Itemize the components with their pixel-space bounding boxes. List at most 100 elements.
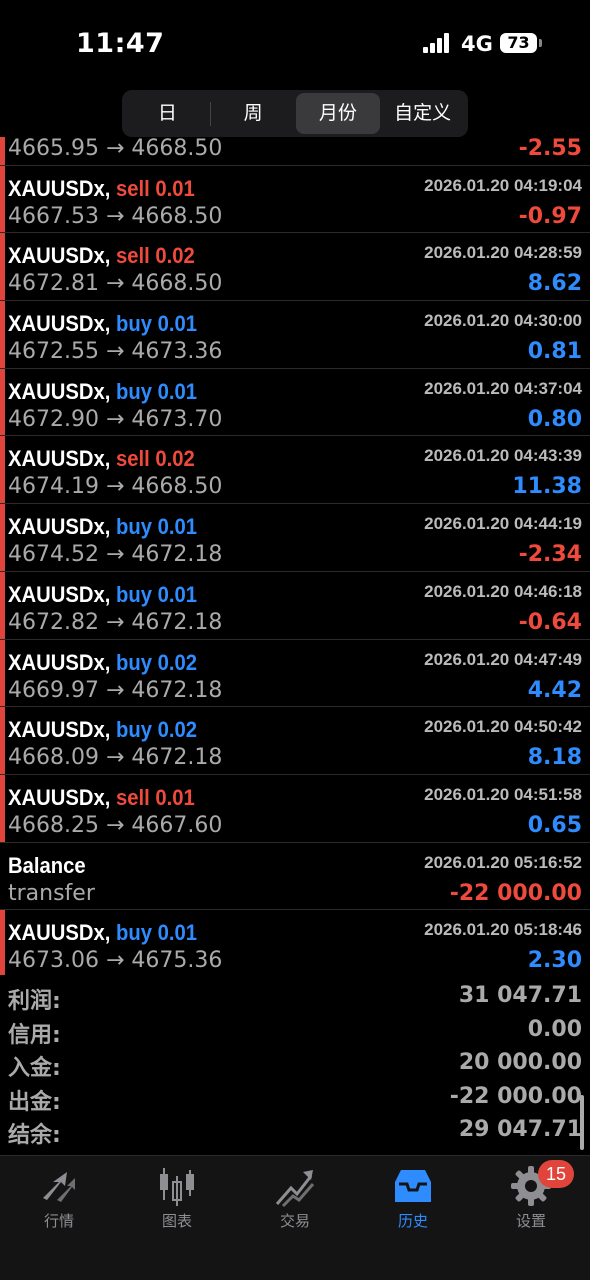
row-profit: 8.18 — [527, 745, 582, 771]
history-list[interactable]: XAUUSDx, sell 0.012026.01.20 04:15:10466… — [0, 137, 590, 975]
row-prices: 4672.82 → 4672.18 — [8, 609, 223, 635]
battery-icon: 73 — [500, 33, 542, 53]
row-datetime: 2026.01.20 04:46:18 — [424, 581, 582, 601]
summary-value: 0.00 — [527, 1016, 582, 1042]
row-datetime: 2026.01.20 04:30:00 — [424, 311, 582, 331]
symbol-text: XAUUSDx, — [8, 717, 111, 743]
row-symbol: XAUUSDx, buy 0.01 — [8, 582, 197, 608]
row-profit: 8.62 — [527, 271, 582, 297]
period-segmented-control: 日 周 月份 自定义 — [122, 90, 468, 137]
trade-row[interactable]: XAUUSDx, sell 0.02 2026.01.20 04:43:39 467… — [0, 436, 590, 505]
trade-row[interactable]: XAUUSDx, buy 0.01 2026.01.20 04:37:04 4672… — [0, 368, 590, 437]
trade-row[interactable]: XAUUSDx, sell 0.02 2026.01.20 04:28:59 467… — [0, 233, 590, 302]
trade-row[interactable]: XAUUSDx, buy 0.01 2026.01.20 05:18:46 4673… — [0, 910, 590, 975]
trade-row[interactable]: XAUUSDx, sell 0.012026.01.20 04:15:10466… — [0, 137, 590, 166]
trade-row[interactable]: XAUUSDx, buy 0.01 2026.01.20 04:46:18 4672… — [0, 571, 590, 640]
row-profit: -0.97 — [518, 203, 582, 229]
row-prices: 4672.90 → 4673.70 — [8, 406, 223, 432]
tab-bar: 行情 图表 交易 历史 15 设置 — [0, 1155, 590, 1280]
summary-panel: 利润: 31 047.71 信用: 0.00 入金: 20 000.00 出金: -22 00… — [0, 983, 590, 1151]
trade-row[interactable]: XAUUSDx, buy 0.02 2026.01.20 04:50:42 4668… — [0, 707, 590, 775]
tab-label: 行情 — [43, 1213, 74, 1230]
trade-row[interactable]: XAUUSDx, buy 0.01 2026.01.20 04:44:19 4674… — [0, 504, 590, 572]
row-datetime: 2026.01.20 04:28:59 — [424, 243, 582, 263]
row-datetime: 2026.01.20 04:19:04 — [424, 175, 582, 195]
symbol-text: XAUUSDx, — [8, 784, 111, 810]
row-datetime: 2026.01.20 05:18:46 — [424, 920, 582, 940]
signal-icon — [423, 33, 451, 53]
trade-row[interactable]: XAUUSDx, buy 0.01 2026.01.20 04:30:00 4672… — [0, 301, 590, 369]
segment-month[interactable]: 月份 — [295, 93, 381, 134]
row-datetime: 2026.01.20 04:50:42 — [424, 717, 582, 737]
row-profit: 11.38 — [512, 474, 582, 500]
symbol-text: XAUUSDx, — [8, 311, 111, 337]
trade-row[interactable]: XAUUSDx, sell 0.01 2026.01.20 04:19:04 466… — [0, 165, 590, 234]
summary-label: 出金: — [8, 1089, 61, 1115]
row-prices: 4668.09 → 4672.18 — [8, 745, 223, 771]
row-prices: 4673.06 → 4675.36 — [8, 948, 223, 974]
summary-value: -22 000.00 — [449, 1083, 582, 1109]
row-profit: 0.81 — [527, 339, 582, 365]
row-profit: -0.64 — [518, 609, 582, 635]
row-symbol: XAUUSDx, sell 0.01 — [8, 785, 195, 811]
row-prices: 4674.52 → 4672.18 — [8, 542, 223, 568]
balance-row[interactable]: Balance 2026.01.20 05:16:52 transfer -22 0… — [0, 843, 590, 911]
row-prices: 4672.55 → 4673.36 — [8, 339, 223, 365]
order-side: buy 0.02 — [115, 717, 197, 743]
order-side: sell 0.01 — [115, 784, 195, 810]
summary-label: 入金: — [8, 1056, 61, 1081]
status-bar: 11:47 4G 73 — [0, 0, 590, 88]
row-symbol: XAUUSDx, buy 0.01 — [8, 920, 197, 946]
row-profit: 4.42 — [527, 677, 582, 703]
row-profit: -22 000.00 — [449, 880, 582, 906]
tab-label: 历史 — [397, 1213, 428, 1230]
row-symbol: XAUUSDx, buy 0.01 — [8, 379, 197, 405]
order-side: buy 0.01 — [115, 920, 197, 946]
tab-quotes[interactable]: 行情 — [0, 1156, 118, 1280]
summary-value: 31 047.71 — [458, 983, 582, 1008]
network-type: 4G — [461, 32, 493, 56]
summary-row: 出金: -22 000.00 — [0, 1084, 590, 1118]
history-inbox-icon — [395, 1170, 431, 1202]
trade-row[interactable]: XAUUSDx, buy 0.02 2026.01.20 04:47:49 4669… — [0, 639, 590, 708]
tab-label: 交易 — [279, 1213, 310, 1230]
symbol-text: XAUUSDx, — [8, 243, 111, 269]
order-side: buy 0.01 — [115, 378, 197, 404]
row-prices: 4669.97 → 4672.18 — [8, 677, 223, 703]
row-datetime: 2026.01.20 04:37:04 — [424, 378, 582, 398]
segment-custom[interactable]: 自定义 — [380, 93, 465, 134]
summary-value: 29 047.71 — [458, 1117, 582, 1142]
summary-value: 20 000.00 — [458, 1050, 582, 1075]
row-datetime: 2026.01.20 04:44:19 — [424, 514, 582, 534]
trade-row[interactable]: XAUUSDx, sell 0.01 2026.01.20 04:51:58 466… — [0, 774, 590, 843]
row-prices: 4668.25 → 4667.60 — [8, 812, 223, 838]
row-profit: 0.65 — [527, 812, 582, 838]
row-symbol: XAUUSDx, buy 0.01 — [8, 311, 197, 337]
summary-label: 利润: — [8, 989, 61, 1014]
tab-history[interactable]: 历史 — [354, 1156, 472, 1280]
tab-label: 图表 — [161, 1213, 192, 1230]
row-symbol: XAUUSDx, sell 0.02 — [8, 446, 195, 472]
row-profit: 0.80 — [527, 406, 582, 432]
tab-settings[interactable]: 15 设置 — [472, 1156, 590, 1280]
row-prices: 4674.19 → 4668.50 — [8, 474, 223, 500]
summary-row: 利润: 31 047.71 — [0, 983, 590, 1017]
row-symbol: XAUUSDx, buy 0.01 — [8, 514, 197, 540]
symbol-text: XAUUSDx, — [8, 175, 111, 201]
trade-trend-icon — [275, 1170, 315, 1208]
row-symbol: XAUUSDx, buy 0.02 — [8, 650, 197, 676]
symbol-text: XAUUSDx, — [8, 446, 111, 472]
order-side: buy 0.01 — [115, 581, 197, 607]
row-symbol: XAUUSDx, sell 0.01 — [8, 176, 195, 202]
segment-week[interactable]: 周 — [211, 93, 296, 134]
tab-label: 设置 — [515, 1213, 546, 1230]
scrollbar[interactable] — [580, 1095, 584, 1150]
summary-label: 结余: — [8, 1123, 61, 1148]
tab-chart[interactable]: 图表 — [118, 1156, 236, 1280]
row-datetime: 2026.01.20 04:47:49 — [424, 649, 582, 669]
tab-trade[interactable]: 交易 — [236, 1156, 354, 1280]
segment-day[interactable]: 日 — [125, 93, 210, 134]
row-symbol: XAUUSDx, buy 0.02 — [8, 717, 197, 743]
summary-row: 结余: 29 047.71 — [0, 1117, 590, 1151]
row-prices: 4672.81 → 4668.50 — [8, 271, 223, 297]
